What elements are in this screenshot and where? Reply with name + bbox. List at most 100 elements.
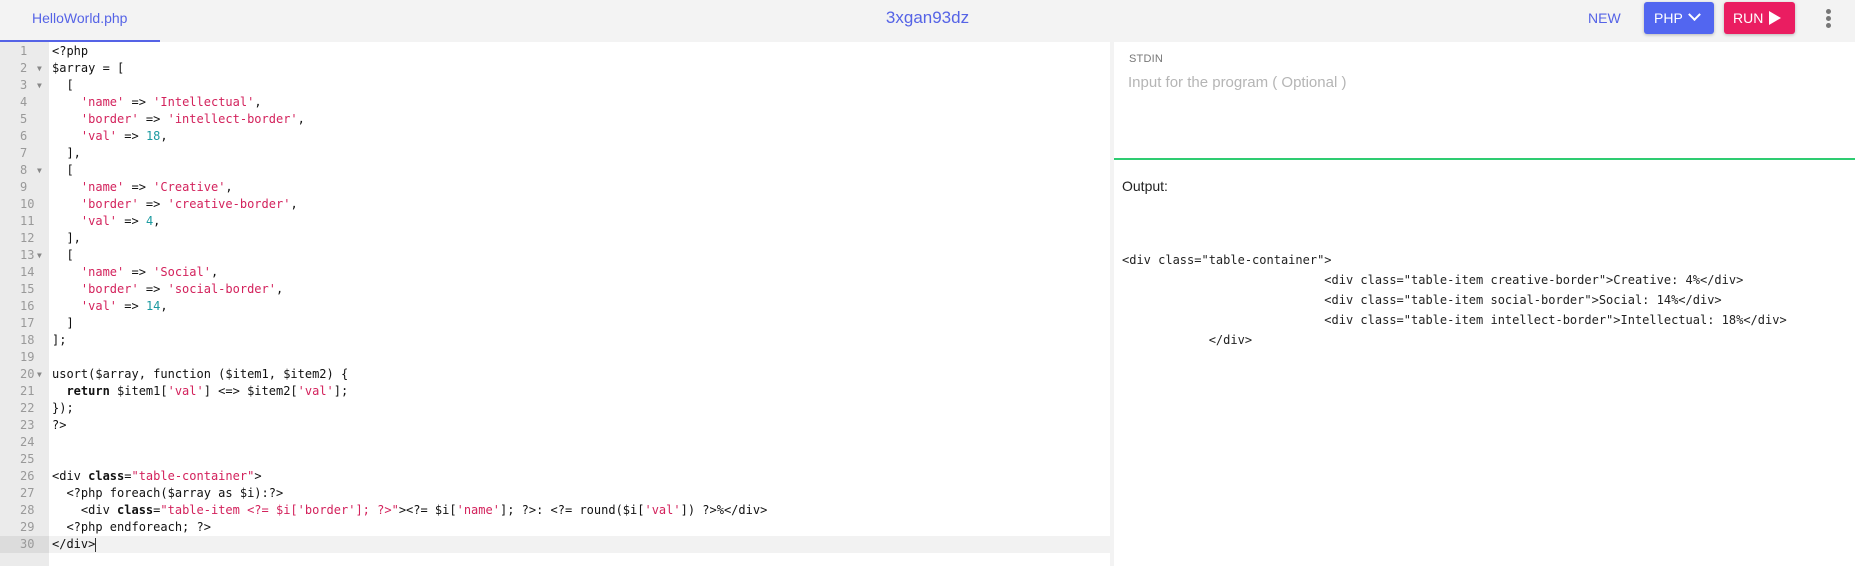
code-line[interactable]: 28 <div class="table-item <?= $i['border… — [0, 502, 1110, 519]
code-line[interactable]: 16 'val' => 14, — [0, 298, 1110, 315]
code-line[interactable]: 1 <?php — [0, 43, 1110, 60]
line-number: 12 — [20, 231, 35, 245]
code-text: 'border' => 'social-border', — [80, 282, 284, 296]
line-number: 17 — [20, 316, 35, 330]
code-lines[interactable]: 1 <?php 2 ▼ $array = [3 ▼ [4 'name' => 'Intel… — [0, 43, 1110, 553]
code-line[interactable]: 8 ▼ [ — [0, 162, 1110, 179]
line-number: 9 — [20, 180, 28, 194]
code-line[interactable]: 14 'name' => 'Social', — [0, 264, 1110, 281]
line-number: 4 — [20, 95, 28, 109]
code-text: 'border' => 'intellect-border', — [80, 112, 305, 126]
run-button[interactable]: RUN — [1724, 2, 1795, 34]
language-select-button[interactable]: PHP — [1644, 2, 1714, 34]
code-line[interactable]: 27 <?php foreach($array as $i):?> — [0, 485, 1110, 502]
code-text: ]; — [52, 333, 67, 347]
line-number: 28 — [20, 503, 35, 517]
fold-arrow-icon[interactable]: ▼ — [37, 60, 42, 77]
code-text: return $item1['val'] <=> $item2['val']; — [66, 384, 349, 398]
code-text: <div class="table-container"> — [52, 469, 262, 483]
code-line[interactable]: 9 'name' => 'Creative', — [0, 179, 1110, 196]
code-line[interactable]: 26 <div class="table-container"> — [0, 468, 1110, 485]
code-text: ?> — [52, 418, 67, 432]
code-line[interactable]: 17 ] — [0, 315, 1110, 332]
code-text: </div> — [52, 537, 97, 552]
line-number: 19 — [20, 350, 35, 364]
code-text: 'name' => 'Intellectual', — [80, 95, 262, 109]
code-editor[interactable]: 1 <?php 2 ▼ $array = [3 ▼ [4 'name' => 'Intel… — [0, 42, 1110, 566]
code-line[interactable]: 11 'val' => 4, — [0, 213, 1110, 230]
code-line[interactable]: 23 ?> — [0, 417, 1110, 434]
code-text: 'val' => 18, — [80, 129, 168, 143]
line-number: 11 — [20, 214, 35, 228]
line-number: 29 — [20, 520, 35, 534]
line-number: 22 — [20, 401, 35, 415]
code-line[interactable]: 18]; — [0, 332, 1110, 349]
line-number: 23 — [20, 418, 35, 432]
code-text: 'name' => 'Creative', — [80, 180, 233, 194]
code-text: 'val' => 14, — [80, 299, 168, 313]
line-number: 21 — [20, 384, 35, 398]
output-label: Output: — [1122, 178, 1168, 194]
code-text: 'val' => 4, — [80, 214, 161, 228]
code-line[interactable]: 19 — [0, 349, 1110, 366]
code-line[interactable]: 10 'border' => 'creative-border', — [0, 196, 1110, 213]
line-number: 7 — [20, 146, 28, 160]
stdin-input[interactable] — [1128, 74, 1838, 150]
line-number: 27 — [20, 486, 35, 500]
line-number: 16 — [20, 299, 35, 313]
top-bar: HelloWorld.php 3xgan93dz NEW PHP RUN — [0, 0, 1855, 42]
stdin-panel: STDIN — [1114, 42, 1855, 160]
file-tab[interactable]: HelloWorld.php — [0, 0, 160, 42]
new-button[interactable]: NEW — [1588, 9, 1621, 27]
fold-arrow-icon[interactable]: ▼ — [37, 162, 42, 179]
line-number: 18 — [20, 333, 35, 347]
line-number: 14 — [20, 265, 35, 279]
line-number: 6 — [20, 129, 28, 143]
fold-arrow-icon[interactable]: ▼ — [37, 366, 42, 383]
code-line[interactable]: 25 — [0, 451, 1110, 468]
line-number: 15 — [20, 282, 35, 296]
code-line[interactable]: 7 ], — [0, 145, 1110, 162]
play-icon — [1769, 11, 1781, 25]
more-vertical-icon[interactable] — [1824, 9, 1832, 31]
code-line[interactable]: 3 ▼ [ — [0, 77, 1110, 94]
code-text: }); — [52, 401, 74, 415]
code-text: <?php — [52, 44, 89, 58]
code-text: $array = [ — [52, 61, 125, 75]
code-text: <div class="table-item <?= $i['border'];… — [52, 503, 768, 517]
code-line[interactable]: 22}); — [0, 400, 1110, 417]
code-line[interactable]: 24 — [0, 434, 1110, 451]
code-line[interactable]: 5 'border' => 'intellect-border', — [0, 111, 1110, 128]
code-line[interactable]: 2 ▼ $array = [ — [0, 60, 1110, 77]
fold-arrow-icon[interactable]: ▼ — [37, 247, 42, 264]
code-text: <?php endforeach; ?> — [52, 520, 211, 534]
line-number: 25 — [20, 452, 35, 466]
code-line[interactable]: 13 ▼ [ — [0, 247, 1110, 264]
code-text: 'name' => 'Social', — [80, 265, 219, 279]
code-line[interactable]: 12 ], — [0, 230, 1110, 247]
output-text: <div class="table-container"> <div class… — [1122, 253, 1787, 347]
run-label: RUN — [1733, 10, 1764, 26]
code-line[interactable]: 20 ▼ usort($array, function ($item1, $item… — [0, 366, 1110, 383]
code-line[interactable]: 4 'name' => 'Intellectual', — [0, 94, 1110, 111]
code-text: <?php foreach($array as $i):?> — [52, 486, 284, 500]
line-number: 24 — [20, 435, 35, 449]
code-text: [ — [52, 78, 74, 92]
code-text: ], — [52, 146, 81, 160]
code-line[interactable]: 21 return $item1['val'] <=> $item2['val'… — [0, 383, 1110, 400]
project-title[interactable]: 3xgan93dz — [886, 8, 969, 27]
code-line[interactable]: 30 </div> — [0, 536, 1110, 553]
code-line[interactable]: 6 'val' => 18, — [0, 128, 1110, 145]
chevron-down-icon — [1688, 8, 1701, 22]
code-text: usort($array, function ($item1, $item2) … — [52, 367, 349, 381]
output-panel: Output: <div class="table-container"> <d… — [1114, 162, 1855, 566]
line-number: 10 — [20, 197, 35, 211]
line-number: 1 — [20, 44, 28, 58]
code-line[interactable]: 29 <?php endforeach; ?> — [0, 519, 1110, 536]
language-label: PHP — [1654, 10, 1683, 26]
code-line[interactable]: 15 'border' => 'social-border', — [0, 281, 1110, 298]
code-text: ], — [52, 231, 81, 245]
code-text: [ — [52, 163, 74, 177]
code-text: [ — [52, 248, 74, 262]
fold-arrow-icon[interactable]: ▼ — [37, 77, 42, 94]
